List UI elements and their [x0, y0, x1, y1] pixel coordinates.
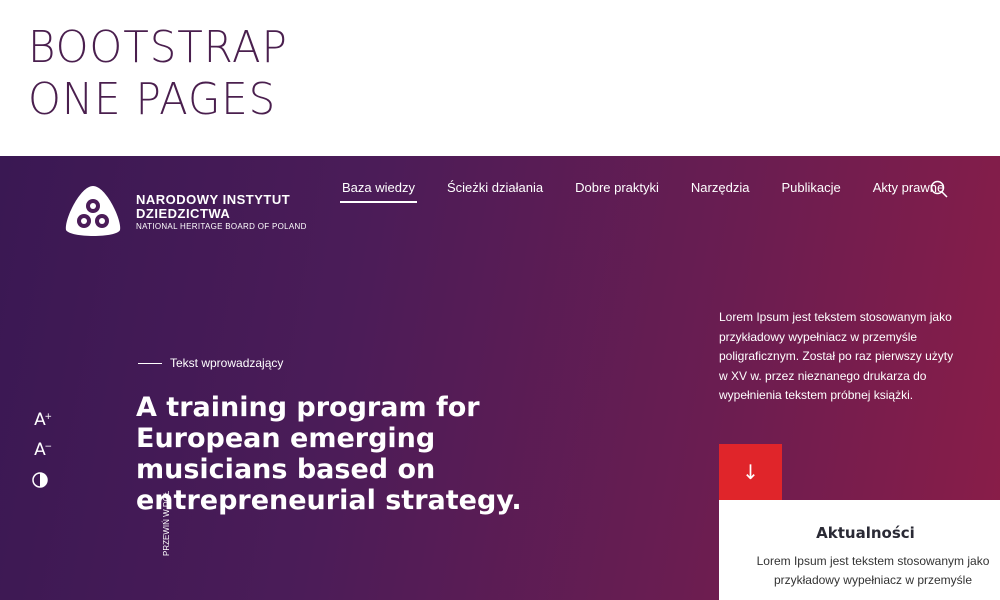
logo-name-line2: DZIEDZICTWA — [136, 205, 231, 221]
font-increase-button[interactable]: A + — [30, 410, 52, 430]
search-button[interactable] — [930, 180, 948, 198]
arrow-down-icon: ↓ — [742, 460, 759, 484]
nav-item-sciezki-dzialania[interactable]: Ścieżki działania — [445, 180, 545, 203]
hero-headline: A training program for European emerging… — [136, 392, 522, 516]
accessibility-tools: A + A − — [30, 410, 52, 500]
banner-title-line1: BOOTSTRAP — [28, 22, 288, 73]
contrast-icon — [32, 472, 48, 488]
main-nav: Baza wiedzy Ścieżki działania Dobre prak… — [340, 180, 974, 203]
scroll-down-label[interactable]: PRZEWIŃ W DÓŁ — [162, 491, 171, 556]
banner-title: BOOTSTRAP ONE PAGES — [28, 22, 301, 126]
news-text: Lorem Ipsum jest tekstem stosowanym jako… — [756, 554, 990, 587]
news-title: Aktualności — [816, 524, 915, 542]
font-decrease-button[interactable]: A − — [30, 440, 52, 460]
heritage-logo-icon — [65, 186, 121, 236]
search-icon — [930, 180, 948, 198]
banner-title-line2: ONE PAGES — [28, 74, 277, 125]
scroll-down-button[interactable]: ↓ — [719, 444, 782, 500]
nav-item-dobre-praktyki[interactable]: Dobre praktyki — [573, 180, 661, 203]
hero-section: NARODOWY INSTYTUT DZIEDZICTWA NATIONAL H… — [0, 156, 1000, 600]
intro-divider — [138, 362, 162, 364]
logo-name-line1: NARODOWY INSTYTUT — [136, 191, 291, 207]
nav-item-publikacje[interactable]: Publikacje — [779, 180, 842, 203]
contrast-button[interactable] — [30, 470, 50, 490]
news-card[interactable]: Aktualności Lorem Ipsum jest tekstem sto… — [719, 500, 1000, 600]
intro-text: Tekst wprowadzający — [170, 356, 284, 370]
logo-text: NARODOWY INSTYTUT DZIEDZICTWA NATIONAL H… — [136, 191, 307, 232]
nav-item-narzedzia[interactable]: Narzędzia — [689, 180, 752, 203]
logo-subtitle: NATIONAL HERITAGE BOARD OF POLAND — [136, 221, 307, 231]
hero-side-text: Lorem Ipsum jest tekstem stosowanym jako… — [719, 310, 954, 402]
nav-item-baza-wiedzy[interactable]: Baza wiedzy — [340, 180, 417, 203]
top-banner: BOOTSTRAP ONE PAGES — [0, 0, 1000, 156]
site-logo[interactable]: NARODOWY INSTYTUT DZIEDZICTWA NATIONAL H… — [62, 184, 307, 240]
intro: Tekst wprowadzający — [138, 356, 283, 370]
